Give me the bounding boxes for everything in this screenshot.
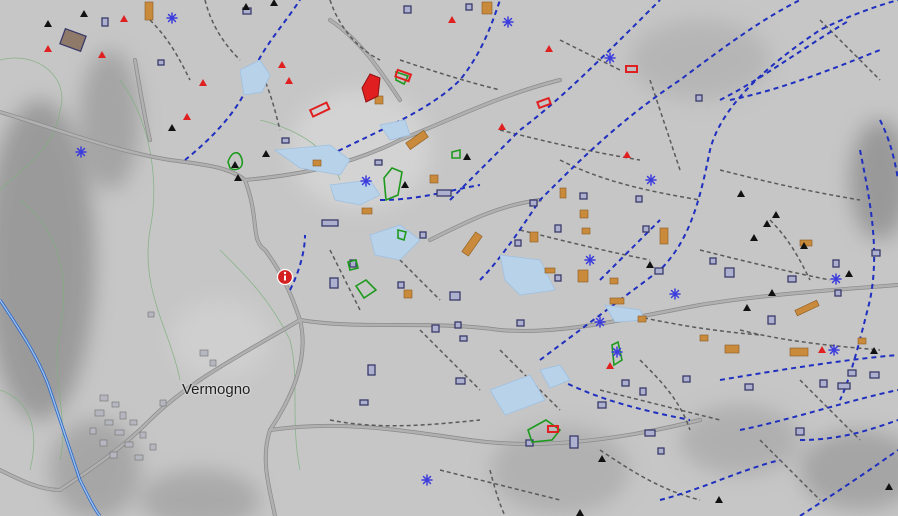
spring-asterisk-icon <box>669 288 681 300</box>
place-label-vermogno: Vermogno <box>182 381 251 398</box>
map-view[interactable]: Vermogno <box>0 0 898 516</box>
spring-asterisk-icon <box>604 52 616 64</box>
spring-asterisk-icon <box>166 12 178 24</box>
spring-asterisk-icon <box>594 316 606 328</box>
spring-asterisk-icon <box>830 273 842 285</box>
spring-asterisk-icon <box>421 474 433 486</box>
spring-asterisk-icon <box>360 175 372 187</box>
info-marker[interactable] <box>276 268 294 286</box>
spring-asterisk-icon <box>75 146 87 158</box>
spring-asterisk-icon <box>502 16 514 28</box>
spring-asterisk-icon <box>645 174 657 186</box>
spring-asterisk-icon <box>611 346 623 358</box>
spring-asterisk-icon <box>828 344 840 356</box>
spring-asterisk-icon <box>584 254 596 266</box>
map-canvas[interactable] <box>0 0 898 516</box>
